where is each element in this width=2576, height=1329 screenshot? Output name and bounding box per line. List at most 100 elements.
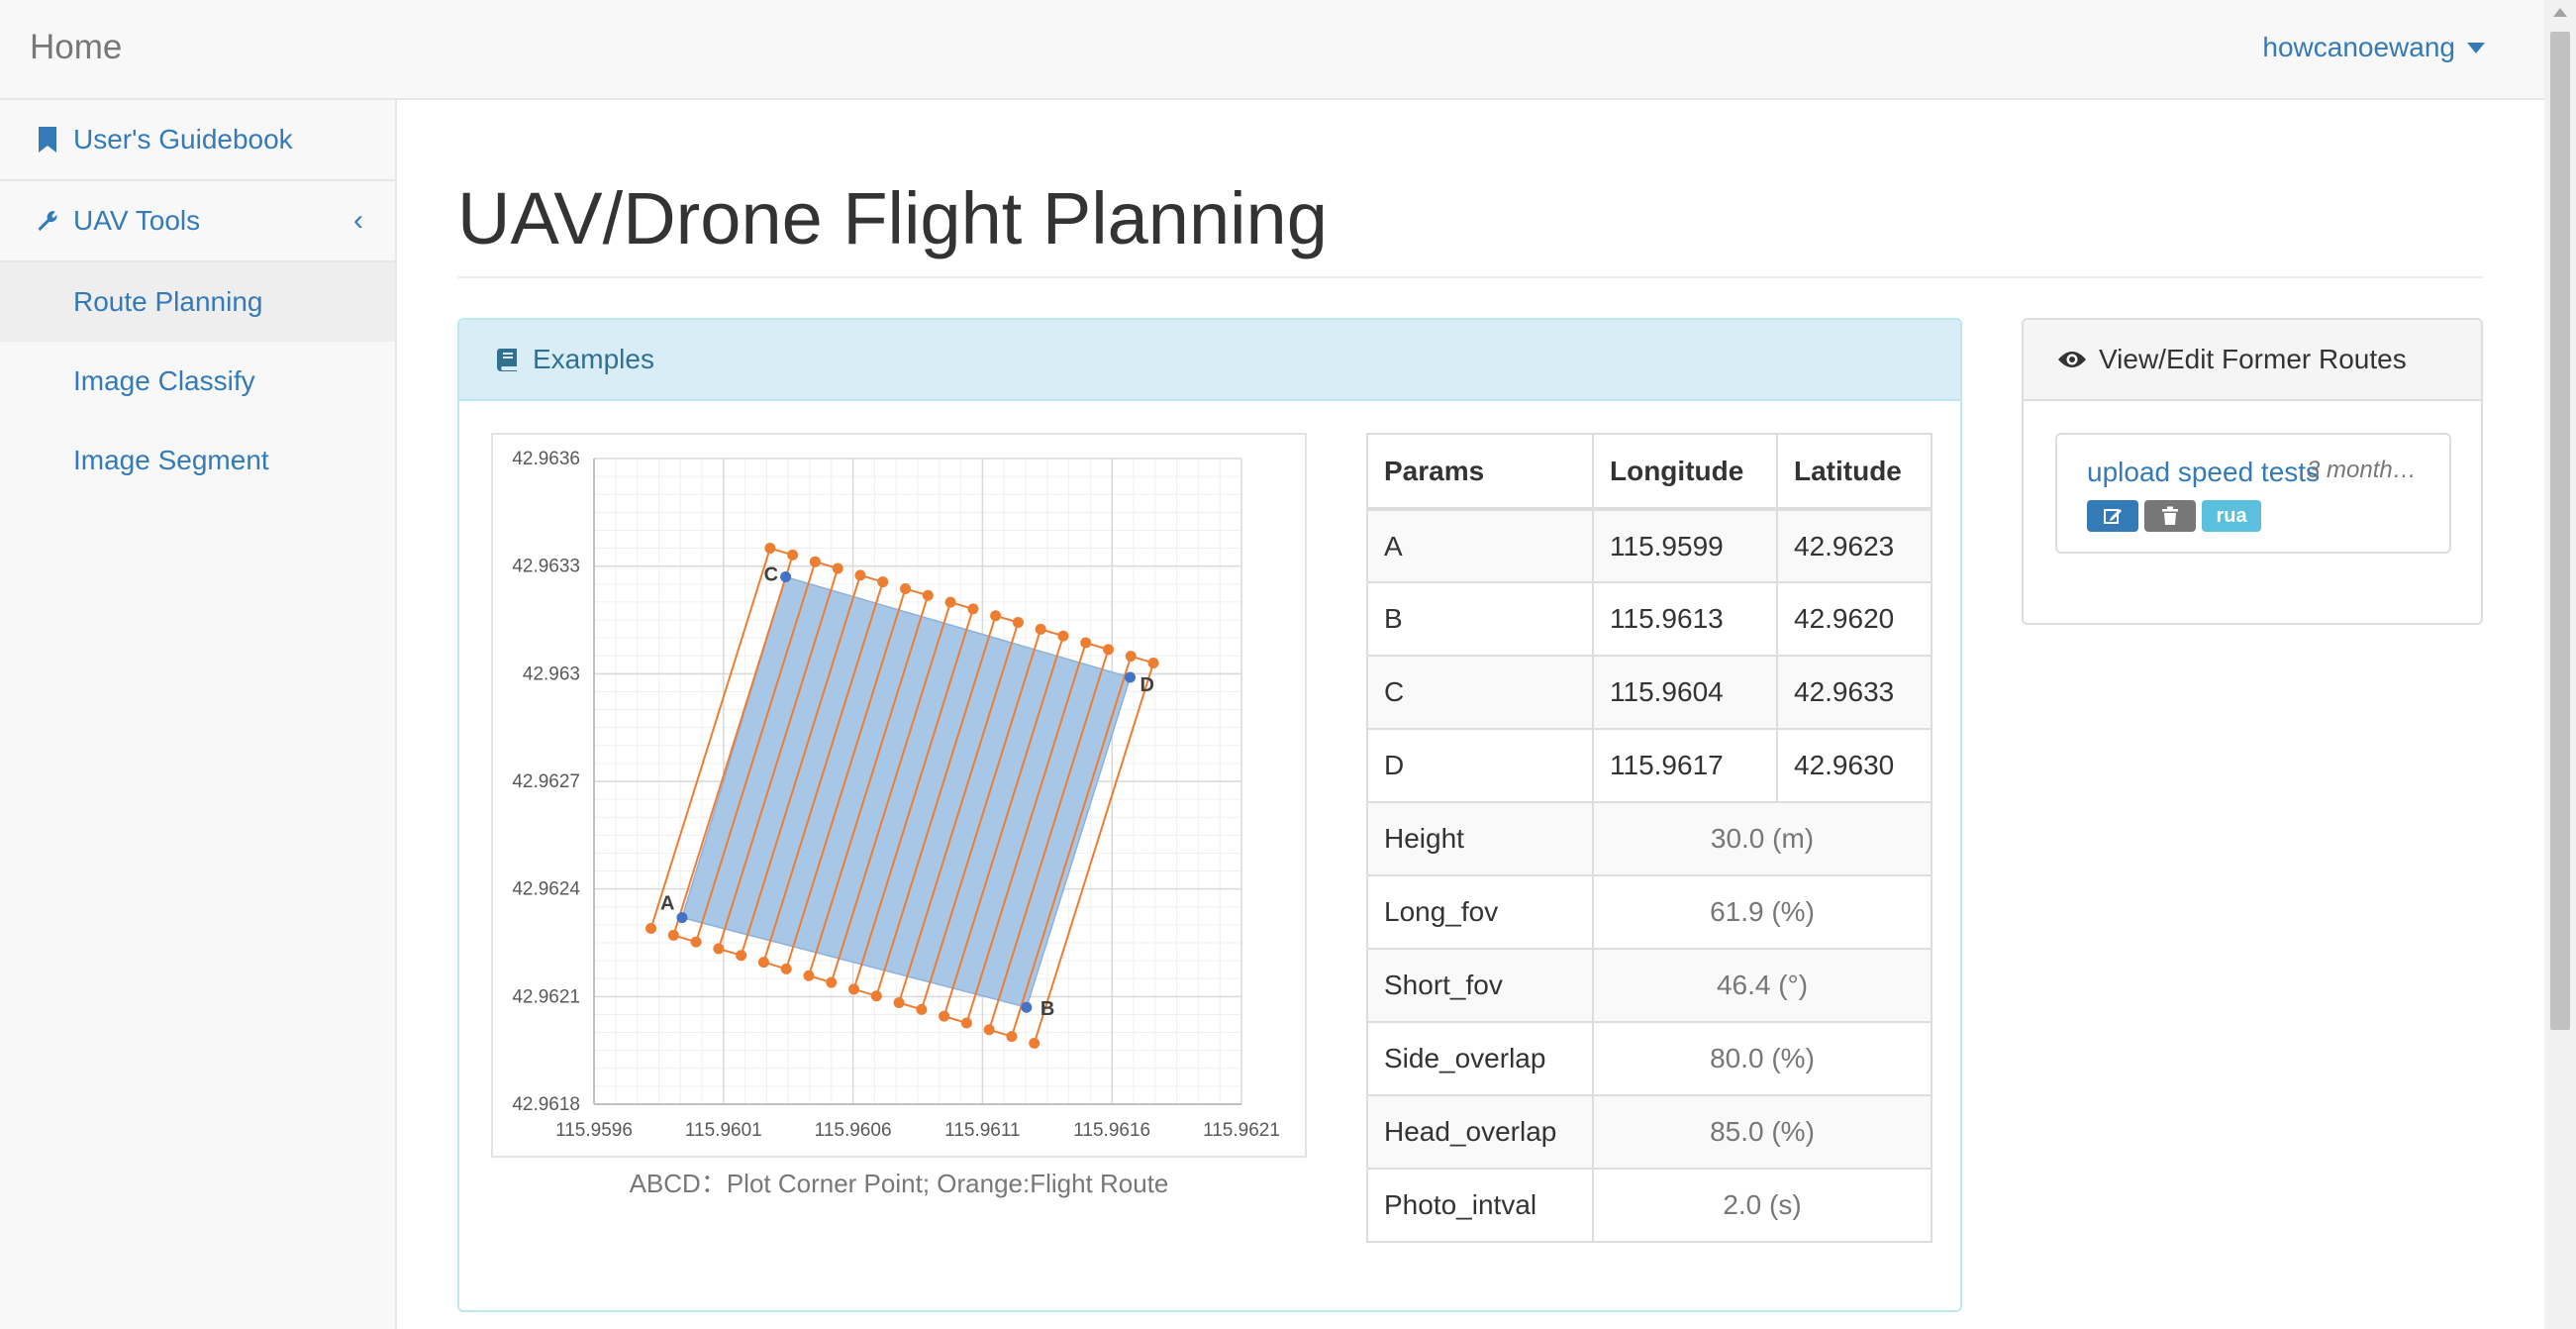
examples-heading: Examples	[533, 344, 654, 374]
x-tick-label: 115.9611	[944, 1120, 1020, 1141]
param-name: Head_overlap	[1366, 1094, 1594, 1170]
col-header-longitude: Longitude	[1592, 433, 1778, 511]
y-tick-label: 42.9624	[512, 879, 580, 900]
route-waypoint	[826, 976, 838, 988]
route-waypoint	[713, 943, 725, 955]
route-tag-badge[interactable]: rua	[2202, 500, 2261, 532]
sidebar-item-image-classify[interactable]: Image Classify	[0, 342, 395, 421]
route-waypoint	[780, 963, 792, 974]
caret-down-icon	[2467, 42, 2485, 53]
route-waypoint	[1147, 657, 1159, 668]
param-latitude: 42.9620	[1776, 581, 1932, 657]
sidebar-item-image-segment[interactable]: Image Segment	[0, 421, 395, 500]
table-row: D 115.9617 42.9630	[1366, 728, 1932, 803]
param-name: Photo_intval	[1366, 1168, 1594, 1243]
param-longitude: 115.9613	[1592, 581, 1778, 657]
scroll-up-arrow-icon[interactable]	[2553, 8, 2567, 17]
route-name-link[interactable]: upload speed tests	[2087, 457, 2320, 488]
route-waypoint	[1103, 644, 1115, 656]
home-link[interactable]: Home	[30, 28, 122, 67]
top-navbar: Home howcanoewang	[0, 0, 2544, 100]
route-waypoint	[690, 936, 702, 948]
x-tick-label: 115.9621	[1203, 1120, 1280, 1141]
table-row: A 115.9599 42.9623	[1366, 508, 1932, 583]
sidebar-item-label: Route Planning	[73, 286, 263, 317]
former-routes-panel: View/Edit Former Routes upload speed tes…	[2022, 318, 2483, 625]
param-value: 85.0 (%)	[1592, 1094, 1932, 1170]
delete-route-button[interactable]	[2144, 500, 2196, 532]
chevron-left-icon[interactable]: ‹	[353, 204, 363, 238]
sidebar-item-uav-tools[interactable]: UAV Tools ‹	[0, 181, 395, 262]
route-waypoint	[764, 543, 776, 555]
sidebar-item-label: User's Guidebook	[73, 124, 293, 154]
corner-label: D	[1140, 674, 1154, 696]
sidebar-item-label: Image Classify	[73, 365, 255, 396]
route-waypoint	[893, 997, 905, 1009]
route-waypoint	[983, 1024, 995, 1036]
route-waypoint	[870, 990, 882, 1002]
edit-route-button[interactable]	[2087, 500, 2138, 532]
x-tick-label: 115.9606	[815, 1120, 892, 1141]
route-waypoint	[667, 929, 679, 941]
route-waypoint	[922, 589, 934, 601]
route-waypoint	[916, 1003, 928, 1015]
param-name: Short_fov	[1366, 948, 1594, 1023]
former-routes-heading: View/Edit Former Routes	[2024, 320, 2481, 401]
table-row: B 115.9613 42.9620	[1366, 581, 1932, 657]
sidebar-item-label: Image Segment	[73, 445, 269, 475]
corner-point	[676, 912, 688, 924]
bookmark-icon	[39, 127, 56, 153]
param-latitude: 42.9633	[1776, 655, 1932, 730]
x-tick-label: 115.9616	[1073, 1120, 1150, 1141]
title-divider	[457, 276, 2483, 278]
route-waypoint	[877, 576, 889, 588]
route-waypoint	[960, 1017, 972, 1029]
sidebar-item-guidebook[interactable]: User's Guidebook	[0, 100, 395, 181]
corner-label: A	[660, 893, 674, 915]
user-menu[interactable]: howcanoewang	[2262, 32, 2485, 63]
table-row: C 115.9604 42.9633	[1366, 655, 1932, 730]
route-waypoint	[944, 596, 956, 608]
trash-icon	[2162, 506, 2178, 525]
param-value: 80.0 (%)	[1592, 1021, 1932, 1096]
route-waypoint	[736, 950, 747, 962]
param-name: C	[1366, 655, 1594, 730]
col-header-latitude: Latitude	[1776, 433, 1932, 511]
route-waypoint	[939, 1010, 950, 1022]
table-row: Photo_intval 2.0 (s)	[1366, 1168, 1932, 1243]
table-row: Height 30.0 (m)	[1366, 801, 1932, 876]
param-name: Side_overlap	[1366, 1021, 1594, 1096]
route-waypoint	[990, 610, 1002, 622]
corner-point	[780, 571, 792, 583]
param-name: Height	[1366, 801, 1594, 876]
corner-label: C	[764, 564, 778, 586]
sidebar-item-route-planning[interactable]: Route Planning	[0, 262, 395, 342]
route-list-item: upload speed tests 3 month… rua	[2055, 433, 2451, 554]
route-waypoint	[1080, 637, 1092, 649]
scrollbar-thumb[interactable]	[2550, 32, 2570, 1030]
param-longitude: 115.9604	[1592, 655, 1778, 730]
param-value: 30.0 (m)	[1592, 801, 1932, 876]
route-waypoint	[757, 957, 769, 969]
param-name: A	[1366, 508, 1594, 583]
sidebar: User's Guidebook UAV Tools ‹ Route Plann…	[0, 100, 397, 1329]
route-waypoint	[1035, 623, 1046, 635]
x-tick-label: 115.9596	[555, 1120, 633, 1141]
examples-panel: Examples 115.9596 115.9601 115.9606 115.961…	[457, 318, 1962, 1312]
route-timestamp: 3 month…	[2307, 457, 2417, 483]
page-title: UAV/Drone Flight Planning	[457, 177, 1328, 259]
y-tick-label: 42.963	[523, 664, 580, 684]
y-tick-label: 42.9627	[512, 771, 580, 792]
wrench-icon	[38, 211, 57, 232]
param-name: Long_fov	[1366, 874, 1594, 950]
route-waypoint	[1057, 630, 1069, 642]
table-row: Short_fov 46.4 (°)	[1366, 948, 1932, 1023]
route-waypoint	[967, 603, 979, 615]
param-latitude: 42.9623	[1776, 508, 1932, 583]
route-chart-svg: 115.9596 115.9601 115.9606 115.9611 115.9616…	[512, 449, 1280, 1141]
page-scrollbar[interactable]	[2544, 0, 2576, 1329]
route-waypoint	[848, 983, 860, 995]
param-value: 46.4 (°)	[1592, 948, 1932, 1023]
route-waypoint	[854, 569, 866, 581]
y-tick-label: 42.9636	[512, 449, 580, 469]
